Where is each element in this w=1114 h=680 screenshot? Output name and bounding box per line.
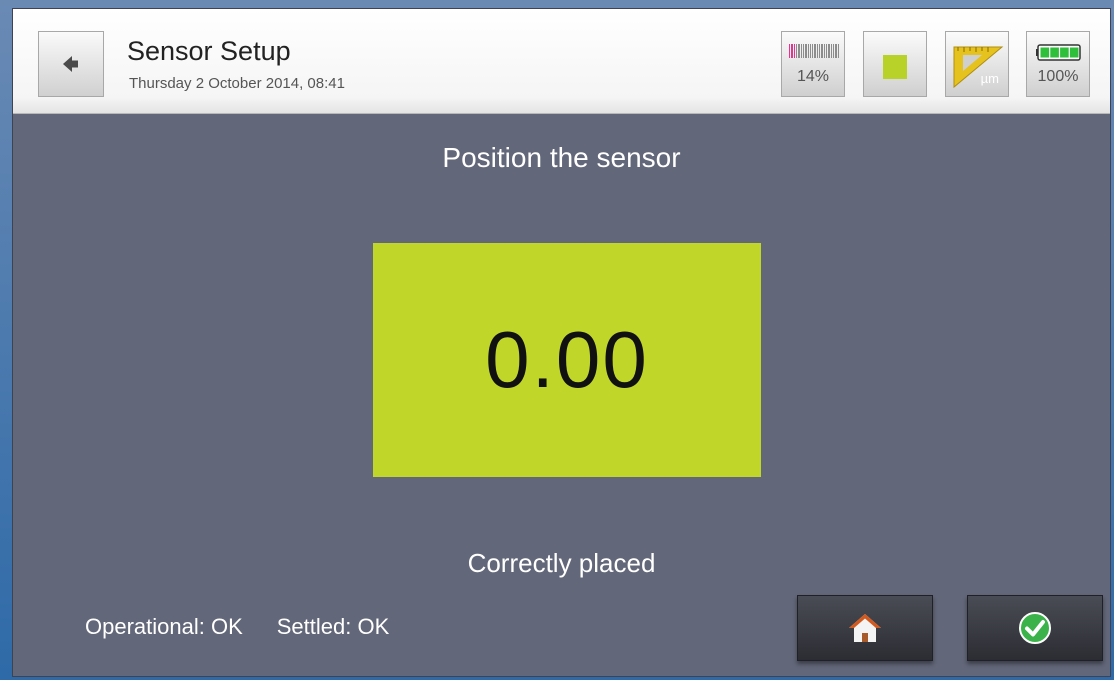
settled-status: Settled: OK <box>276 614 390 639</box>
back-button[interactable] <box>38 31 104 97</box>
page-title: Sensor Setup <box>127 36 291 66</box>
signal-strength-button[interactable]: 14% <box>781 31 845 97</box>
signal-percent: 14% <box>796 68 830 85</box>
signal-bar <box>798 44 800 58</box>
stop-square-icon <box>883 55 907 79</box>
battery-button[interactable]: 100% <box>1026 31 1090 97</box>
signal-bar <box>805 44 807 58</box>
home-icon <box>849 614 881 642</box>
signal-bar <box>791 44 793 58</box>
signal-bar <box>835 44 837 58</box>
signal-bar <box>826 44 828 58</box>
window-frame: Sensor Setup Thursday 2 October 2014, 08… <box>0 0 1114 680</box>
app-screen: Sensor Setup Thursday 2 October 2014, 08… <box>12 8 1111 677</box>
signal-bar <box>800 44 802 58</box>
battery-percent: 100% <box>1037 68 1079 85</box>
placement-status: Correctly placed <box>467 548 656 578</box>
signal-bar <box>823 44 825 58</box>
reading-display: 0.00 <box>373 243 761 477</box>
signal-bar <box>819 44 821 58</box>
date-time: Thursday 2 October 2014, 08:41 <box>129 75 345 92</box>
reading-value: 0.00 <box>485 315 649 404</box>
battery-cell <box>1069 47 1079 58</box>
signal-bar <box>821 44 823 58</box>
signal-bar <box>795 44 798 58</box>
signal-bar <box>832 44 835 58</box>
signal-bar <box>828 44 830 58</box>
signal-bar <box>814 44 816 58</box>
battery-cell <box>1040 47 1050 58</box>
stop-button[interactable] <box>863 31 927 97</box>
signal-bar <box>789 44 791 58</box>
unit-button[interactable]: µm <box>945 31 1009 97</box>
footer-status: Operational: OK Settled: OK <box>85 613 389 641</box>
unit-label: µm <box>980 71 999 86</box>
signal-bar <box>816 44 819 58</box>
signal-bar <box>812 44 814 58</box>
signal-bar <box>830 44 832 58</box>
signal-bar <box>807 44 809 58</box>
arrow-left-icon <box>63 56 78 72</box>
signal-bar <box>793 44 795 58</box>
signal-bar <box>837 44 839 58</box>
instruction-heading: Position the sensor <box>442 142 681 173</box>
signal-bar <box>802 44 805 58</box>
operational-status: Operational: OK <box>85 614 243 639</box>
home-button[interactable] <box>797 595 933 661</box>
checkmark-icon <box>1019 612 1051 644</box>
battery-icon <box>1036 44 1081 61</box>
signal-bars-icon <box>789 44 839 58</box>
battery-cell <box>1050 47 1059 58</box>
battery-cell <box>1060 47 1069 58</box>
header-bar: Sensor Setup Thursday 2 October 2014, 08… <box>13 9 1110 114</box>
signal-bar <box>809 44 812 58</box>
confirm-button[interactable] <box>967 595 1103 661</box>
